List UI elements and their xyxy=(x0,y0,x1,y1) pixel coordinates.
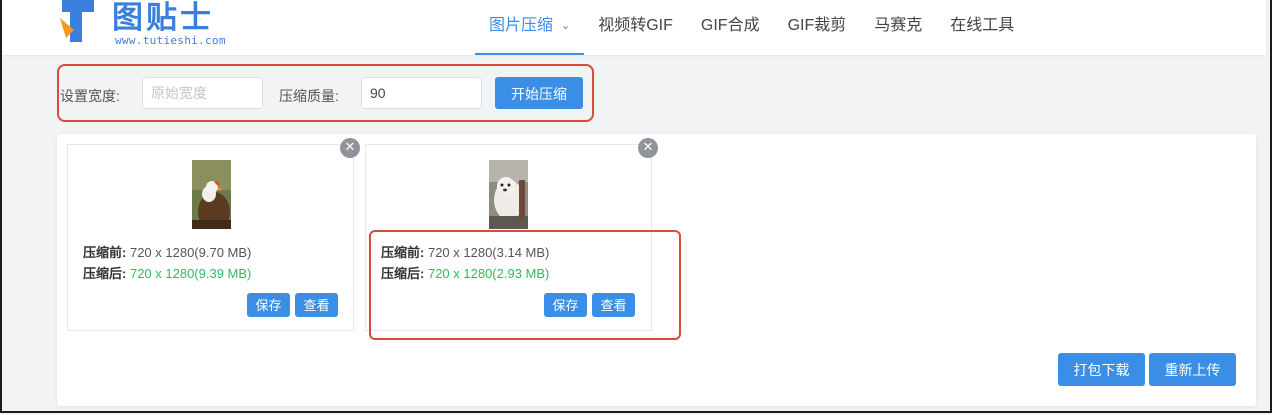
reupload-button[interactable]: 重新上传 xyxy=(1149,353,1236,386)
logo-mark-icon xyxy=(60,0,96,42)
chevron-down-icon: ⌄ xyxy=(561,20,571,32)
main-nav: 图片压缩 ⌄ 视频转GIF GIF合成 GIF裁剪 马赛克 在线工具 xyxy=(475,0,1028,55)
before-label: 压缩前: xyxy=(381,245,425,260)
after-label: 压缩后: xyxy=(381,266,425,281)
view-button[interactable]: 查看 xyxy=(592,293,635,317)
after-value: 720 x 1280(9.39 MB) xyxy=(129,266,252,281)
save-button[interactable]: 保存 xyxy=(544,293,587,317)
before-size: 压缩前: 720 x 1280(3.14 MB) xyxy=(381,242,549,261)
compress-settings-bar: 设置宽度: 压缩质量: 开始压缩 xyxy=(57,64,594,122)
nav-item-gif-compose[interactable]: GIF合成 xyxy=(687,0,774,55)
nav-item-mosaic[interactable]: 马赛克 xyxy=(860,0,936,55)
top-header: 图贴士 www.tutieshi.com 图片压缩 ⌄ 视频转GIF GIF合成 … xyxy=(2,0,1266,55)
view-button[interactable]: 查看 xyxy=(295,293,338,317)
quality-input[interactable] xyxy=(361,77,482,109)
after-label: 压缩后: xyxy=(83,266,127,281)
quality-label: 压缩质量: xyxy=(279,88,339,104)
after-size: 压缩后: 720 x 1280(9.39 MB) xyxy=(83,263,251,282)
nav-item-label: 图片压缩 xyxy=(489,17,554,34)
before-size: 压缩前: 720 x 1280(9.70 MB) xyxy=(83,242,251,261)
brand-url: www.tutieshi.com xyxy=(115,34,226,47)
brand-name: 图贴士 xyxy=(112,0,214,36)
close-icon[interactable]: ✕ xyxy=(340,138,360,158)
image-thumbnail[interactable] xyxy=(192,160,231,229)
before-value: 720 x 1280(9.70 MB) xyxy=(129,245,252,260)
thumbnail-image xyxy=(489,160,528,229)
width-label: 设置宽度: xyxy=(60,88,120,104)
width-input[interactable] xyxy=(142,77,263,109)
nav-item-online-tools[interactable]: 在线工具 xyxy=(936,0,1028,55)
after-size: 压缩后: 720 x 1280(2.93 MB) xyxy=(381,263,549,282)
start-compress-button[interactable]: 开始压缩 xyxy=(495,77,583,109)
before-value: 720 x 1280(3.14 MB) xyxy=(427,245,550,260)
image-thumbnail[interactable] xyxy=(489,160,528,229)
save-button[interactable]: 保存 xyxy=(247,293,290,317)
brand-logo[interactable]: 图贴士 www.tutieshi.com xyxy=(60,0,250,52)
image-card: 压缩前: 720 x 1280(3.14 MB) 压缩后: 720 x 1280… xyxy=(365,144,652,331)
nav-item-gif-crop[interactable]: GIF裁剪 xyxy=(774,0,861,55)
pack-download-button[interactable]: 打包下载 xyxy=(1058,353,1145,386)
close-icon[interactable]: ✕ xyxy=(638,138,658,158)
thumbnail-image xyxy=(192,160,231,229)
image-card: 压缩前: 720 x 1280(9.70 MB) 压缩后: 720 x 1280… xyxy=(67,144,354,331)
nav-item-image-compress[interactable]: 图片压缩 ⌄ xyxy=(475,0,585,55)
nav-item-video-to-gif[interactable]: 视频转GIF xyxy=(584,0,687,55)
results-panel: 压缩前: 720 x 1280(9.70 MB) 压缩后: 720 x 1280… xyxy=(57,134,1256,406)
before-label: 压缩前: xyxy=(83,245,127,260)
after-value: 720 x 1280(2.93 MB) xyxy=(427,266,550,281)
